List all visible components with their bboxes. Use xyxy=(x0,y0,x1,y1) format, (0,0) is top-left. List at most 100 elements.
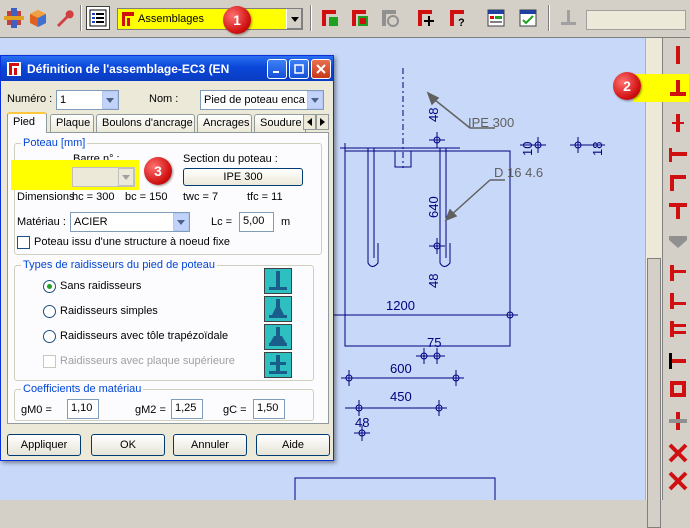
numero-select[interactable]: 1 xyxy=(56,90,119,110)
tab-ancrages[interactable]: Ancrages xyxy=(197,114,252,132)
nom-value: Pied de poteau enca xyxy=(204,94,305,106)
delete-connection-icon[interactable] xyxy=(348,6,372,30)
tab-plaque[interactable]: Plaque xyxy=(50,114,94,132)
hc-value: hc = 300 xyxy=(72,191,115,203)
chevron-down-icon[interactable] xyxy=(286,9,302,29)
bc-value: bc = 150 xyxy=(125,191,168,203)
bolt-label: D 16 4.6 xyxy=(494,165,544,180)
x-bracing-icon[interactable] xyxy=(667,442,689,464)
connection-type-palette xyxy=(633,38,690,500)
ok-button[interactable]: OK xyxy=(91,434,165,456)
new-connection-icon[interactable] xyxy=(318,6,342,30)
dimension-label: 18 xyxy=(590,141,605,156)
trapezoid-stiffener-icon xyxy=(264,324,292,350)
x-bracing-icon[interactable] xyxy=(667,470,689,492)
fin-plate-icon[interactable] xyxy=(667,318,689,340)
step-marker-2: 2 xyxy=(613,72,641,100)
lc-unit: m xyxy=(281,216,291,228)
apex-joint-icon[interactable] xyxy=(667,200,689,222)
dimension-label: 640 xyxy=(426,196,441,218)
close-button[interactable] xyxy=(311,58,331,79)
radio-sans-raidisseurs[interactable] xyxy=(43,280,56,293)
minimize-button[interactable] xyxy=(267,58,287,79)
bracing-icon[interactable] xyxy=(667,228,689,250)
section-button[interactable]: IPE 300 xyxy=(183,168,303,186)
tube-joint-icon[interactable] xyxy=(667,262,689,284)
numero-value: 1 xyxy=(60,94,67,106)
nom-select[interactable]: Pied de poteau enca xyxy=(200,90,324,110)
barre-select[interactable] xyxy=(72,167,135,187)
radio-raidisseurs-trapezoidale[interactable] xyxy=(43,330,56,343)
add-connection-icon[interactable] xyxy=(414,6,438,30)
cross-joint-icon[interactable] xyxy=(667,410,689,432)
maximize-button[interactable] xyxy=(289,58,309,79)
step-marker-3: 3 xyxy=(144,157,172,185)
gc-input[interactable]: 1,50 xyxy=(253,399,285,419)
group-title: Types de raidisseurs du pied de poteau xyxy=(21,259,218,271)
poteau-fixe-label: Poteau issu d'une structure à noeud fixe xyxy=(34,236,230,248)
tab-boulons-ancrage[interactable]: Boulons d'ancrage xyxy=(96,114,195,132)
dimension-label: 48 xyxy=(426,273,441,288)
selection-combo-value: Assemblages xyxy=(138,13,205,25)
chevron-down-icon xyxy=(118,168,134,186)
main-toolbar: Assemblages ? xyxy=(0,0,690,38)
assembly-definition-dialog: Définition de l'assemblage-EC3 (EN Numér… xyxy=(0,55,334,461)
pinned-joint-icon[interactable] xyxy=(667,378,689,400)
close-icon xyxy=(316,63,326,74)
dialog-tabs: Pied Plaque Boulons d'ancrage Ancrages S… xyxy=(7,112,329,133)
scrollbar-thumb[interactable] xyxy=(647,258,661,528)
step-marker-1: 1 xyxy=(223,6,251,34)
tab-scroll xyxy=(303,114,329,130)
lc-label: Lc = xyxy=(211,216,233,228)
cube-icon[interactable] xyxy=(26,6,50,30)
chevron-down-icon xyxy=(102,91,118,109)
group-title: Coefficients de matériau xyxy=(21,383,144,395)
selection-combo[interactable]: Assemblages xyxy=(117,8,303,30)
profile-label: IPE 300 xyxy=(468,115,515,130)
lc-input[interactable]: 5,00 xyxy=(239,212,274,232)
list-icon[interactable] xyxy=(484,6,508,30)
column-splice-icon[interactable] xyxy=(667,112,689,134)
properties-icon[interactable] xyxy=(86,6,110,30)
gusset-icon[interactable] xyxy=(667,290,689,312)
dialog-titlebar[interactable]: Définition de l'assemblage-EC3 (EN xyxy=(1,56,333,81)
vertical-scrollbar[interactable] xyxy=(645,38,662,528)
arrow-right-icon xyxy=(320,118,325,126)
simple-stiffener-icon xyxy=(264,296,292,322)
knee-joint-icon[interactable] xyxy=(667,172,689,194)
base-plate-icon[interactable] xyxy=(556,6,580,30)
chevron-down-icon xyxy=(173,213,189,231)
section-label: Section du poteau : xyxy=(183,153,278,165)
tab-scroll-left-button[interactable] xyxy=(303,114,316,130)
beam-column-icon[interactable] xyxy=(667,144,689,166)
checkbox-label: Raidisseurs avec plaque supérieure xyxy=(60,355,235,367)
beam-connection-icon[interactable] xyxy=(667,44,689,66)
base-plate-connection-icon[interactable] xyxy=(667,78,689,100)
radio-raidisseurs-simples[interactable] xyxy=(43,305,56,318)
materiau-label: Matériau : xyxy=(17,216,66,228)
help-connection-icon[interactable]: ? xyxy=(446,6,470,30)
group-title: Poteau [mm] xyxy=(21,137,88,149)
check-list-icon[interactable] xyxy=(516,6,540,30)
dialog-title: Définition de l'assemblage-EC3 (EN xyxy=(27,61,230,76)
assembly-icon[interactable] xyxy=(2,6,26,30)
dimension-label: 10 xyxy=(520,141,535,156)
tools-wrench-icon[interactable] xyxy=(52,6,76,30)
plaque-superieure-checkbox[interactable] xyxy=(43,355,56,368)
cancel-button[interactable]: Annuler xyxy=(173,434,247,456)
poteau-group: Poteau [mm] Barre n° : Section du poteau… xyxy=(11,137,322,255)
gm2-input[interactable]: 1,25 xyxy=(171,399,203,419)
refresh-icon[interactable] xyxy=(378,6,402,30)
minimize-icon xyxy=(273,70,279,73)
tab-soudure[interactable]: Soudure xyxy=(254,114,306,132)
apply-button[interactable]: Appliquer xyxy=(7,434,81,456)
gm0-input[interactable]: 1,10 xyxy=(67,399,99,419)
tab-scroll-right-button[interactable] xyxy=(316,114,329,130)
dimension-label: 1200 xyxy=(386,298,415,313)
end-plate-icon[interactable] xyxy=(667,350,689,372)
raidisseurs-group: Types de raidisseurs du pied de poteau S… xyxy=(14,259,314,381)
materiau-select[interactable]: ACIER xyxy=(70,212,190,232)
tab-pied[interactable]: Pied xyxy=(7,112,47,133)
help-button[interactable]: Aide xyxy=(256,434,330,456)
poteau-fixe-checkbox[interactable] xyxy=(17,236,30,249)
